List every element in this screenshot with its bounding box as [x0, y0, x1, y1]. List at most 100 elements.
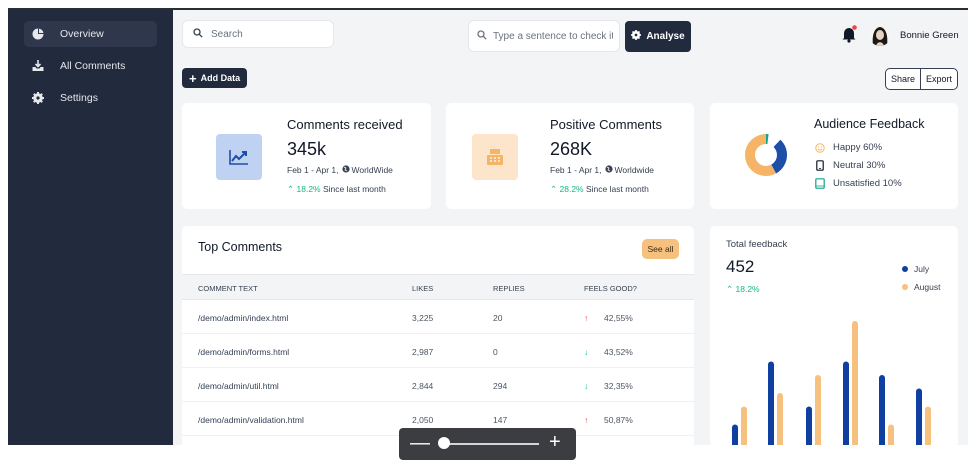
audience-label: Happy 60%: [833, 142, 883, 153]
inbox-download-icon: [32, 60, 44, 72]
arrow-up-icon: ↑: [584, 313, 589, 323]
sentence-box[interactable]: [468, 20, 620, 52]
feels-good-value: ↑ 50,87%: [584, 415, 633, 425]
feels-percent: 50,87%: [604, 415, 633, 425]
audience-row-happy: Happy 60%: [814, 142, 882, 153]
search-input[interactable]: [211, 28, 321, 40]
main-content: Analyse Bonnie Green + Add Data Share Ex…: [173, 10, 968, 445]
sidebar-item-all-comments[interactable]: All Comments: [24, 53, 157, 79]
bar-july-3: [843, 361, 849, 445]
avatar[interactable]: [869, 24, 891, 46]
comment-text[interactable]: /demo/admin/index.html: [198, 313, 288, 323]
export-button[interactable]: Export: [920, 69, 957, 89]
audience-donut-chart: [745, 134, 787, 176]
feels-good-value: ↓ 32,35%: [584, 381, 633, 391]
bar-july-0: [732, 424, 738, 445]
user-name[interactable]: Bonnie Green: [900, 30, 959, 41]
arrow-up-icon: ⌃: [287, 184, 295, 194]
stat-period: Feb 1 - Apr 1, WorldWide: [287, 165, 393, 175]
stat-title: Comments received: [287, 117, 403, 132]
search-icon: [193, 25, 203, 43]
column-header-comment-text: COMMENT TEXT: [198, 284, 258, 293]
pie-chart-icon: [32, 28, 44, 40]
feels-percent: 32,35%: [604, 381, 633, 391]
replies-value: 20: [493, 313, 503, 323]
comment-text[interactable]: /demo/admin/forms.html: [198, 347, 289, 357]
bar-august-4: [888, 424, 894, 445]
search-box[interactable]: [182, 20, 334, 48]
total-feedback-card: Total feedback 452 ⌃ 18.2% July August: [710, 226, 958, 445]
positive-comments-card: Positive Comments 268K Feb 1 - Apr 1, Wo…: [446, 103, 694, 209]
audience-title: Audience Feedback: [814, 117, 925, 131]
comment-text[interactable]: /demo/admin/validation.html: [198, 415, 304, 425]
arrow-down-icon: ↓: [584, 347, 589, 357]
bar-august-3: [852, 321, 858, 445]
arrow-down-icon: ↓: [584, 381, 589, 391]
zoom-in-button[interactable]: +: [549, 431, 561, 453]
zoom-slider-handle[interactable]: [438, 437, 450, 449]
feels-good-value: ↓ 43,52%: [584, 347, 633, 357]
notification-bell-icon[interactable]: [841, 25, 857, 43]
bar-august-1: [777, 393, 783, 445]
sidebar-item-overview[interactable]: Overview: [24, 21, 157, 47]
feels-percent: 42,55%: [604, 313, 633, 323]
gear-icon: [631, 30, 642, 43]
zoom-slider-track[interactable]: [439, 443, 539, 445]
change-note: Since last month: [585, 184, 649, 194]
smile-icon: [814, 142, 826, 153]
feels-good-value: ↑ 42,55%: [584, 313, 633, 323]
comment-text[interactable]: /demo/admin/util.html: [198, 381, 279, 391]
sidebar-item-label: All Comments: [60, 60, 126, 72]
audience-feedback-card: Audience Feedback Happy 60% Neutral 30% …: [710, 103, 958, 209]
globe-icon: [604, 165, 613, 175]
arrow-up-icon: ↑: [584, 415, 589, 425]
arrow-up-icon: ⌃: [550, 184, 558, 194]
export-button-group: Share Export: [885, 68, 959, 90]
change-note: Since last month: [322, 184, 386, 194]
table-row[interactable]: /demo/admin/util.html 2,844 294 ↓ 32,35%: [182, 368, 694, 402]
column-header-likes: LIKES: [412, 284, 434, 293]
column-header-feels-good: FEELS GOOD?: [584, 284, 637, 293]
bar-july-1: [768, 361, 774, 445]
bar-august-2: [815, 375, 821, 445]
stat-value: 345k: [287, 139, 327, 159]
sentence-input[interactable]: [493, 30, 613, 42]
dashboard-window: Overview All Comments Settings Search Ty…: [8, 8, 968, 445]
sidebar-item-label: Settings: [60, 92, 98, 104]
add-data-label: Add Data: [200, 73, 241, 83]
period-text: Feb 1 - Apr 1,: [287, 165, 339, 175]
table-row[interactable]: /demo/admin/forms.html 2,987 0 ↓ 43,52%: [182, 334, 694, 368]
likes-value: 3,225: [412, 313, 434, 323]
bar-july-4: [879, 375, 885, 445]
audience-row-neutral: Neutral 30%: [814, 160, 885, 171]
replies-value: 147: [493, 415, 508, 425]
table-row[interactable]: /demo/admin/index.html 3,225 20 ↑ 42,55%: [182, 300, 694, 334]
analyse-button[interactable]: Analyse: [625, 21, 691, 52]
region-text: WorldWide: [351, 165, 393, 175]
add-data-button[interactable]: + Add Data: [182, 68, 248, 88]
replies-value: 294: [493, 381, 508, 391]
globe-icon: [341, 165, 350, 175]
share-button[interactable]: Share: [886, 69, 920, 89]
cash-register-icon: [472, 134, 518, 180]
gear-icon: [32, 92, 44, 104]
plus-icon: +: [189, 70, 197, 86]
replies-value: 0: [493, 347, 498, 357]
analyse-label: Analyse: [646, 31, 685, 42]
trend-chart-icon: [216, 134, 262, 180]
likes-value: 2,844: [412, 381, 434, 391]
zoom-out-button[interactable]: —: [410, 432, 430, 454]
comments-received-card: Comments received 345k Feb 1 - Apr 1, Wo…: [182, 103, 431, 209]
feels-percent: 43,52%: [604, 347, 633, 357]
phone-icon: [814, 160, 826, 171]
likes-value: 2,987: [412, 347, 434, 357]
bar-july-5: [916, 388, 922, 445]
stat-change: ⌃ 28.2% Since last month: [550, 184, 649, 195]
see-all-button[interactable]: See all: [642, 239, 679, 259]
stat-change: ⌃ 18.2% Since last month: [287, 184, 386, 195]
sidebar-item-settings[interactable]: Settings: [24, 85, 157, 111]
audience-label: Unsatisfied 10%: [833, 178, 902, 189]
sidebar: Overview All Comments Settings: [8, 10, 173, 445]
period-text: Feb 1 - Apr 1,: [550, 165, 602, 175]
search-icon: [477, 27, 487, 45]
